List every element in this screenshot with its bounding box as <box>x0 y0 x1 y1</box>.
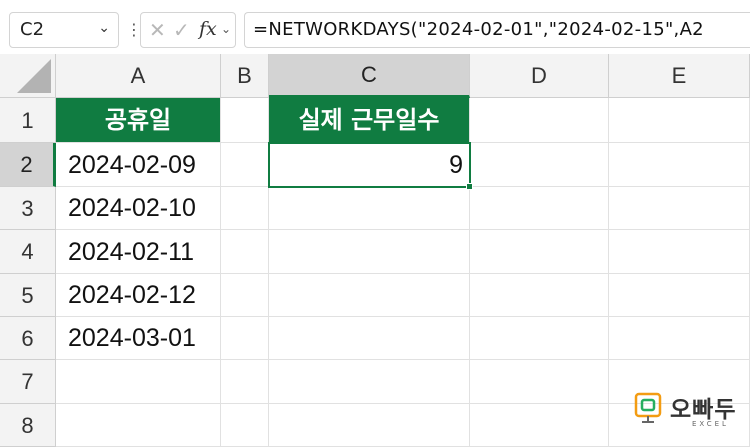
cell-c8[interactable] <box>269 404 470 447</box>
cell-c1-header[interactable]: 실제 근무일수 <box>269 98 470 143</box>
row-header-5[interactable]: 5 <box>0 274 56 317</box>
formula-tools: ✕ ✓ fx ⌄ <box>140 12 236 48</box>
cell-e1[interactable] <box>609 98 750 143</box>
row-header-4[interactable]: 4 <box>0 230 56 274</box>
logo-icon <box>634 392 662 423</box>
cell-b7[interactable] <box>221 360 269 404</box>
cell-b5[interactable] <box>221 274 269 317</box>
cell-d4[interactable] <box>470 230 609 274</box>
cell-b6[interactable] <box>221 317 269 360</box>
cell-e6[interactable] <box>609 317 750 360</box>
insert-function-icon[interactable]: fx <box>199 18 217 40</box>
chevron-down-icon[interactable]: ⌄ <box>98 20 110 36</box>
cell-a4[interactable]: 2024-02-11 <box>56 230 221 274</box>
cell-b1[interactable] <box>221 98 269 143</box>
row-header-7[interactable]: 7 <box>0 360 56 404</box>
column-header-b[interactable]: B <box>221 54 269 98</box>
cell-a6[interactable]: 2024-03-01 <box>56 317 221 360</box>
cell-e5[interactable] <box>609 274 750 317</box>
cell-b3[interactable] <box>221 187 269 230</box>
row-header-2[interactable]: 2 <box>0 143 56 187</box>
cell-d8[interactable] <box>470 404 609 447</box>
cell-b8[interactable] <box>221 404 269 447</box>
brand-logo: 오빠두 EXCEL <box>632 388 742 438</box>
select-all-button[interactable] <box>0 54 56 98</box>
logo-sub-text: EXCEL <box>692 420 729 428</box>
cell-a5[interactable]: 2024-02-12 <box>56 274 221 317</box>
cell-a3[interactable]: 2024-02-10 <box>56 187 221 230</box>
chevron-down-icon[interactable]: ⌄ <box>221 22 231 36</box>
column-header-c[interactable]: C <box>269 54 470 98</box>
row-header-3[interactable]: 3 <box>0 187 56 230</box>
cell-d2[interactable] <box>470 143 609 187</box>
cell-c5[interactable] <box>269 274 470 317</box>
cell-d3[interactable] <box>470 187 609 230</box>
cell-c7[interactable] <box>269 360 470 404</box>
cell-d1[interactable] <box>470 98 609 143</box>
cell-d6[interactable] <box>470 317 609 360</box>
cancel-icon[interactable]: ✕ <box>149 18 166 42</box>
cell-b2[interactable] <box>221 143 269 187</box>
cell-c4[interactable] <box>269 230 470 274</box>
row-header-1[interactable]: 1 <box>0 98 56 143</box>
cell-a2[interactable]: 2024-02-09 <box>56 143 221 187</box>
fill-handle[interactable] <box>466 183 473 190</box>
logo-brand-text: 오빠두 <box>670 397 737 423</box>
formula-input[interactable]: =NETWORKDAYS("2024-02-01","2024-02-15",A… <box>244 12 750 48</box>
cell-e3[interactable] <box>609 187 750 230</box>
formula-bar: C2 ⌄ ⋮ ✕ ✓ fx ⌄ =NETWORKDAYS("2024-02-01… <box>0 0 750 62</box>
column-header-d[interactable]: D <box>470 54 609 98</box>
cell-d5[interactable] <box>470 274 609 317</box>
column-header-a[interactable]: A <box>56 54 221 98</box>
cell-c3[interactable] <box>269 187 470 230</box>
cell-e2[interactable] <box>609 143 750 187</box>
cell-d7[interactable] <box>470 360 609 404</box>
column-header-e[interactable]: E <box>609 54 750 98</box>
cell-c6[interactable] <box>269 317 470 360</box>
cell-b4[interactable] <box>221 230 269 274</box>
select-all-icon <box>17 59 51 93</box>
name-box[interactable]: C2 ⌄ <box>9 12 119 48</box>
cell-a1-header[interactable]: 공휴일 <box>56 98 221 143</box>
cell-c2[interactable]: 9 <box>269 143 470 187</box>
formula-text: =NETWORKDAYS("2024-02-01","2024-02-15",A… <box>253 19 704 40</box>
cell-e4[interactable] <box>609 230 750 274</box>
name-box-value: C2 <box>20 19 45 40</box>
row-header-8[interactable]: 8 <box>0 404 56 447</box>
row-header-6[interactable]: 6 <box>0 317 56 360</box>
cell-a8[interactable] <box>56 404 221 447</box>
confirm-icon[interactable]: ✓ <box>173 18 190 42</box>
cell-a7[interactable] <box>56 360 221 404</box>
